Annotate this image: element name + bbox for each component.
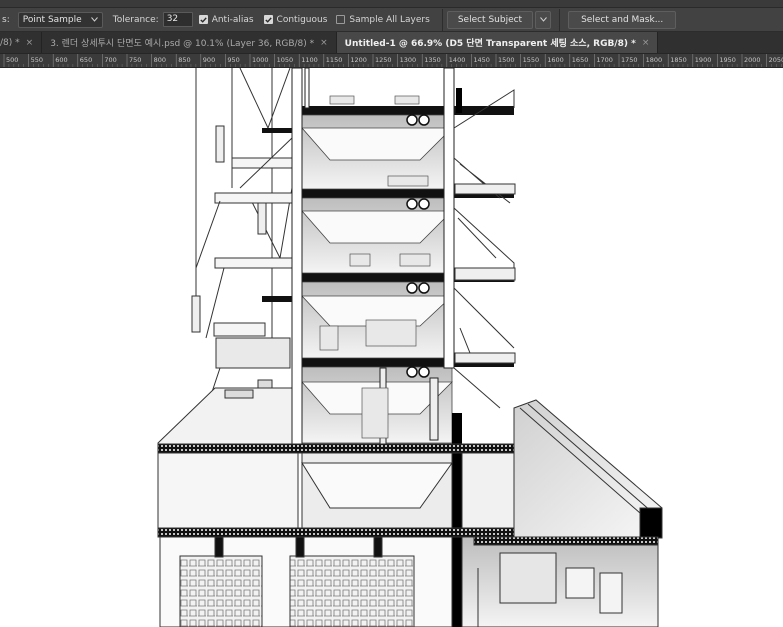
- ruler-tick-label: 1850: [670, 56, 687, 64]
- ruler-tick-label: 1300: [400, 56, 417, 64]
- tab-label: 3. 렌더 상세투시 단면도 예시.psd @ 10.1% (Layer 36,…: [50, 39, 315, 49]
- ruler-tick-label: 1100: [301, 56, 318, 64]
- sample-size-label-fragment: s:: [2, 14, 10, 25]
- ruler-tick-label: 1750: [621, 56, 638, 64]
- ruler-tick-label: 700: [104, 56, 116, 64]
- chevron-down-icon: [539, 15, 547, 25]
- tab-document-1[interactable]: /8) * ×: [0, 32, 43, 53]
- ruler-tick-label: 1350: [424, 56, 441, 64]
- ruler-tick-label: 1700: [596, 56, 613, 64]
- ruler-tick-label: 1600: [547, 56, 564, 64]
- anti-alias-label: Anti-alias: [211, 14, 254, 25]
- building-section-render: [157, 68, 663, 627]
- ruler-tick-label: 850: [178, 56, 190, 64]
- sample-size-select[interactable]: Point Sample: [17, 11, 103, 28]
- sample-size-value: Point Sample: [22, 14, 82, 25]
- ruler-tick-label: 800: [154, 56, 166, 64]
- ruler-tick-label: 1900: [695, 56, 712, 64]
- ruler-tick-label: 550: [31, 56, 43, 64]
- ruler-tick-label: 1200: [350, 56, 367, 64]
- checkbox-empty-icon: [336, 15, 346, 24]
- close-icon[interactable]: ×: [642, 38, 650, 48]
- ruler-tick-label: 1050: [277, 56, 294, 64]
- anti-alias-checkbox[interactable]: Anti-alias: [198, 14, 254, 25]
- select-subject-button[interactable]: Select Subject: [446, 10, 534, 29]
- check-icon: [198, 15, 208, 24]
- document-tab-bar: /8) * × 3. 렌더 상세투시 단면도 예시.psd @ 10.1% (L…: [0, 32, 783, 54]
- divider: [559, 8, 561, 31]
- ruler-tick-label: 1800: [646, 56, 663, 64]
- select-and-mask-button[interactable]: Select and Mask...: [568, 10, 677, 29]
- ruler-tick-label: 950: [227, 56, 239, 64]
- basement-auditorium: [159, 536, 453, 627]
- ruler-tick-label: 650: [80, 56, 92, 64]
- ruler-tick-label: 750: [129, 56, 141, 64]
- tool-options-bar: s: Point Sample Tolerance: 32 Anti-alias…: [0, 8, 783, 32]
- ruler-tick-label: 1250: [375, 56, 392, 64]
- ruler-tick-label: 1450: [473, 56, 490, 64]
- document-canvas[interactable]: [0, 68, 783, 627]
- ruler-tick-label: 2050: [769, 56, 783, 64]
- tab-label: /8) *: [0, 37, 20, 48]
- divider: [441, 8, 443, 31]
- ruler-tick-label: 500: [6, 56, 18, 64]
- close-icon[interactable]: ×: [320, 38, 328, 48]
- sample-all-layers-checkbox[interactable]: Sample All Layers: [336, 14, 430, 25]
- tab-label: Untitled-1 @ 66.9% (D5 단면 Transparent 세팅…: [344, 39, 636, 49]
- ruler-ticks: 500 550 600 650 700 750 800 850 900 950 1000 1050 11…: [3, 54, 783, 67]
- tab-document-active[interactable]: Untitled-1 @ 66.9% (D5 단면 Transparent 세팅…: [336, 32, 659, 53]
- tab-document-2[interactable]: 3. 렌더 상세투시 단면도 예시.psd @ 10.1% (Layer 36,…: [42, 32, 337, 53]
- ruler-tick-label: 900: [203, 56, 215, 64]
- chevron-down-icon: [90, 15, 98, 25]
- tolerance-input[interactable]: 32: [162, 12, 193, 27]
- left-terrace: [157, 379, 299, 454]
- ruler-tick-label: 1650: [572, 56, 589, 64]
- dark-core-top: [456, 88, 462, 113]
- close-icon[interactable]: ×: [26, 38, 34, 48]
- right-ramp-wing: [513, 399, 663, 539]
- select-subject-dropdown[interactable]: [535, 10, 552, 29]
- ruler-tick-label: 1400: [449, 56, 466, 64]
- app-menu-strip: [0, 0, 783, 8]
- left-cantilever-structure: [191, 68, 293, 399]
- right-stair-facade: [453, 89, 516, 409]
- ruler-tick-label: 1150: [326, 56, 343, 64]
- basement-room: [461, 536, 659, 627]
- ruler-tick-label: 600: [55, 56, 67, 64]
- ruler-tick-label: 2000: [744, 56, 761, 64]
- ruler-tick-label: 1550: [523, 56, 540, 64]
- ruler-tick-label: 1000: [252, 56, 269, 64]
- ruler-tick-label: 1500: [498, 56, 515, 64]
- horizontal-ruler[interactable]: 500 550 600 650 700 750 800 850 900 950 1000 1050 11…: [0, 54, 783, 68]
- contiguous-checkbox[interactable]: Contiguous: [263, 14, 328, 25]
- sample-all-layers-label: Sample All Layers: [349, 14, 430, 25]
- tolerance-label: Tolerance:: [112, 14, 159, 25]
- contiguous-label: Contiguous: [276, 14, 328, 25]
- ruler-tick-label: 1950: [719, 56, 736, 64]
- check-icon: [263, 15, 273, 24]
